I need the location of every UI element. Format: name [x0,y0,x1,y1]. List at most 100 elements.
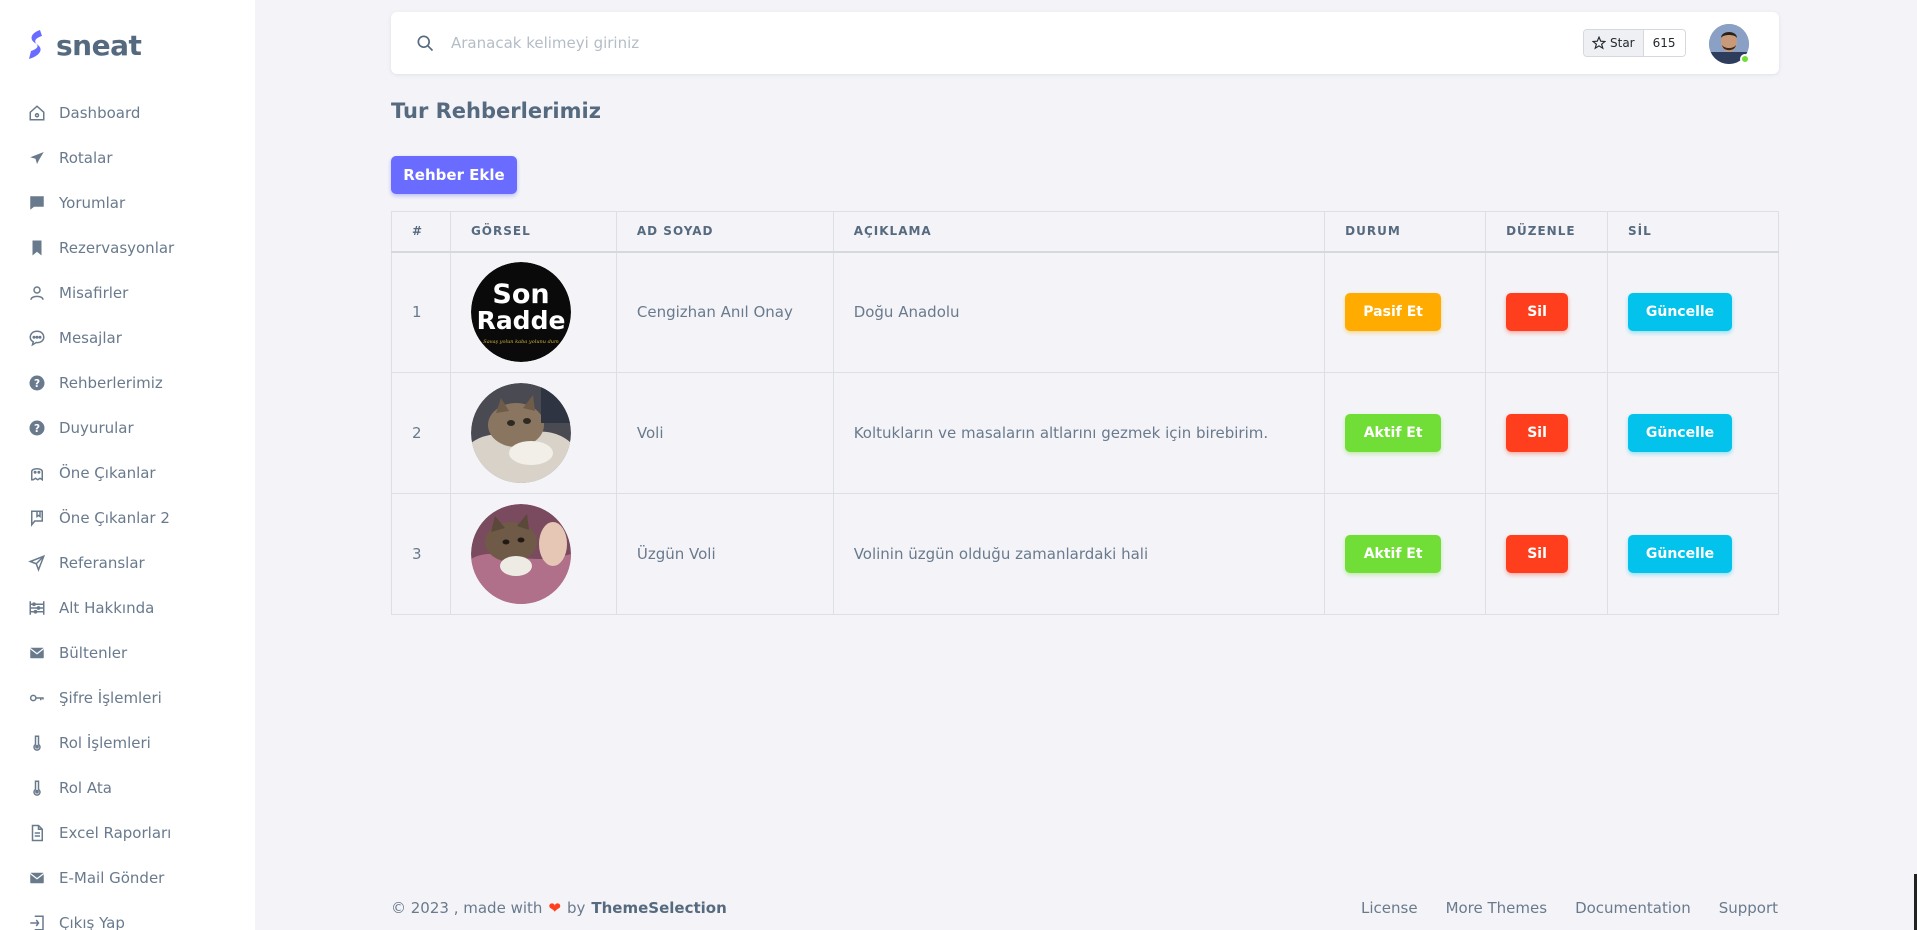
file-icon [28,824,46,842]
row-delete-cell: Sil [1485,493,1609,615]
search-input[interactable] [451,34,1351,52]
sidebar-item-sifre-islemleri[interactable]: Şifre İşlemleri [0,675,255,720]
column-header-name: AD SOYAD [615,211,834,252]
sidebar-item-label: Dashboard [59,103,141,122]
sneat-logo-icon [29,30,42,59]
row-number: 2 [391,372,451,494]
sidebar-item-alt-hakkinda[interactable]: Alt Hakkında [0,585,255,630]
sidebar-item-rol-ata[interactable]: Rol Ata [0,765,255,810]
row-image-cell: Son Radde Savaş yolun kaba yolunu dum [449,251,617,373]
row-status-cell: Aktif Et [1324,493,1487,615]
row-name: Cengizhan Anıl Onay [615,251,834,373]
row-status-cell: Aktif Et [1324,372,1487,494]
column-header-delete: SİL [1607,211,1779,252]
sidebar-item-label: Misafirler [59,283,129,302]
sidebar-item-label: Rezervasyonlar [59,238,175,257]
key-icon [28,689,46,707]
sidebar-item-mesajlar[interactable]: Mesajlar [0,315,255,360]
row-number: 3 [391,493,451,615]
sidebar-item-bultenler[interactable]: Bültenler [0,630,255,675]
github-star-label: Star [1610,36,1635,50]
update-button[interactable]: Güncelle [1628,293,1733,332]
son-radde-logo-image: Son Radde Savaş yolun kaba yolunu dum [470,262,571,363]
table-row: 3 Üzgün Voli Volinin üzgün olduğu zamanl… [391,493,1779,615]
sidebar-item-one-cikanlar[interactable]: Öne Çıkanlar [0,450,255,495]
row-update-cell: Güncelle [1607,251,1779,373]
column-header-status: DURUM [1324,211,1487,252]
ghost-icon [28,464,46,482]
page-title: Tur Rehberlerimiz [391,99,601,123]
row-description: Doğu Anadolu [832,251,1326,373]
row-name: Üzgün Voli [615,493,834,615]
row-image-cell [449,372,617,494]
sidebar-item-cikis-yap[interactable]: Çıkış Yap [0,900,255,930]
by-text: by [566,899,586,917]
column-header-description: AÇIKLAMA [832,211,1326,252]
sidebar-item-rezervasyonlar[interactable]: Rezervasyonlar [0,225,255,270]
row-number: 1 [391,251,451,373]
envelope-icon [28,869,46,887]
activate-button[interactable]: Aktif Et [1345,414,1442,452]
sidebar-item-excel-raporlari[interactable]: Excel Raporları [0,810,255,855]
footer-link-more-themes[interactable]: More Themes [1446,899,1548,917]
row-delete-cell: Sil [1485,251,1609,373]
github-star-button[interactable]: Star [1584,30,1644,56]
abacus-icon [28,599,46,617]
send-icon [28,554,46,572]
footer-brand-link[interactable]: ThemeSelection [591,899,726,917]
sidebar-item-rol-islemleri[interactable]: Rol İşlemleri [0,720,255,765]
footer-link-license[interactable]: License [1361,899,1418,917]
row-status-cell: Pasif Et [1324,251,1487,373]
sidebar-item-rotalar[interactable]: Rotalar [0,135,255,180]
delete-button[interactable]: Sil [1506,535,1569,573]
row-delete-cell: Sil [1485,372,1609,494]
row-name: Voli [615,372,834,494]
github-star-count[interactable]: 615 [1643,30,1685,56]
sidebar-item-email-gonder[interactable]: E-Mail Gönder [0,855,255,900]
sidebar-item-label: E-Mail Gönder [59,868,165,887]
sidebar-item-label: Mesajlar [59,328,122,347]
sidebar-item-label: Öne Çıkanlar 2 [59,508,170,527]
sidebar-item-yorumlar[interactable]: Yorumlar [0,180,255,225]
row-update-cell: Güncelle [1607,372,1779,494]
sidebar-item-label: Rol İşlemleri [59,733,151,752]
update-button[interactable]: Güncelle [1628,535,1733,573]
add-guide-button[interactable]: Rehber Ekle [391,156,517,194]
sidebar-item-label: Alt Hakkında [59,598,155,617]
cat-photo-sad-image [470,504,571,604]
sidebar-item-rehberlerimiz[interactable]: ? Rehberlerimiz [0,360,255,405]
sidebar-item-dashboard[interactable]: Dashboard [0,90,255,135]
footer-copyright: © 2023 , made with ❤ by ThemeSelection [391,899,727,917]
sidebar-item-label: Şifre İşlemleri [59,688,162,707]
home-icon [28,104,46,122]
thermometer-icon [28,734,46,752]
table-row: 1 Son Radde Savaş yolun kaba yolunu dum … [391,251,1779,373]
sidebar-item-duyurular[interactable]: ? Duyurular [0,405,255,450]
sidebar-menu: Dashboard Rotalar Yorumlar Rezervasyonla… [0,90,255,930]
footer-links: License More Themes Documentation Suppor… [1361,899,1806,917]
sidebar-item-label: Duyurular [59,418,134,437]
github-star-widget: Star 615 [1583,29,1686,57]
online-status-dot [1740,54,1750,64]
sidebar-item-referanslar[interactable]: Referanslar [0,540,255,585]
activate-button[interactable]: Aktif Et [1345,535,1442,573]
row-description: Volinin üzgün olduğu zamanlardaki hali [832,493,1326,615]
footer-link-documentation[interactable]: Documentation [1575,899,1691,917]
help-circle-icon: ? [28,374,46,392]
brand[interactable]: sneat [0,0,255,90]
sidebar-item-label: Rehberlerimiz [59,373,163,392]
sidebar: sneat Dashboard Rotalar Yorumlar Rezerva… [0,0,255,930]
sidebar-item-label: Yorumlar [59,193,126,212]
log-out-icon [28,914,46,930]
update-button[interactable]: Güncelle [1628,414,1733,452]
sidebar-item-misafirler[interactable]: Misafirler [0,270,255,315]
sidebar-item-one-cikanlar-2[interactable]: Öne Çıkanlar 2 [0,495,255,540]
delete-button[interactable]: Sil [1506,414,1569,452]
footer-link-support[interactable]: Support [1719,899,1778,917]
sidebar-item-label: Rotalar [59,148,113,167]
deactivate-button[interactable]: Pasif Et [1345,293,1442,332]
envelope-icon [28,644,46,662]
star-icon [1592,36,1606,50]
delete-button[interactable]: Sil [1506,293,1569,332]
svg-text:?: ? [34,422,40,434]
